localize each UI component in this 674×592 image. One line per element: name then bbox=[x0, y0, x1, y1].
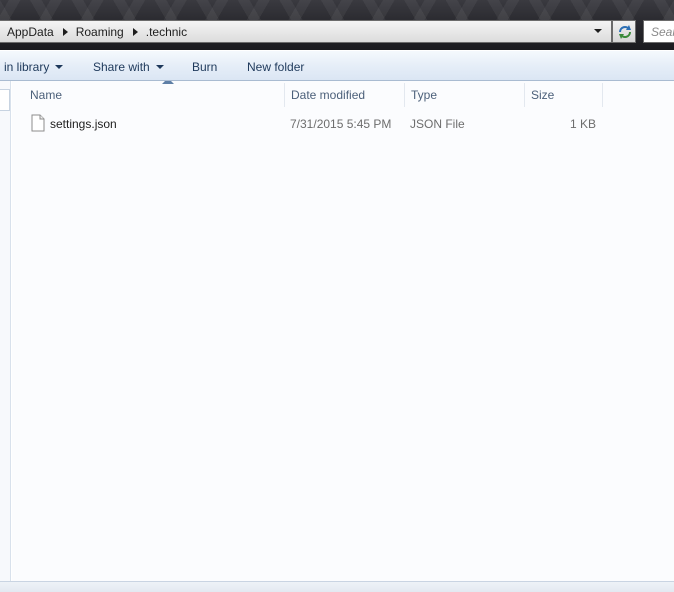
window-title-area: AppData Roaming .technic bbox=[0, 0, 674, 50]
refresh-icon bbox=[619, 25, 631, 39]
file-type: JSON File bbox=[410, 117, 465, 131]
share-with-button[interactable]: Share with bbox=[93, 59, 164, 75]
column-header-row: Name Date modified Type Size bbox=[12, 81, 674, 107]
search-input[interactable] bbox=[644, 22, 674, 41]
column-header-size-label: Size bbox=[531, 88, 555, 102]
breadcrumb-chevron-right-icon[interactable] bbox=[62, 28, 68, 36]
navigation-pane[interactable] bbox=[0, 81, 11, 581]
file-date-modified: 7/31/2015 5:45 PM bbox=[290, 117, 392, 131]
file-name[interactable]: settings.json bbox=[50, 117, 117, 133]
column-header-type[interactable]: Type bbox=[405, 83, 525, 107]
column-header-size[interactable]: Size bbox=[525, 83, 603, 107]
search-box[interactable] bbox=[643, 20, 674, 43]
address-bar[interactable]: AppData Roaming .technic bbox=[0, 20, 612, 43]
burn-button[interactable]: Burn bbox=[192, 59, 217, 75]
breadcrumb-appdata[interactable]: AppData bbox=[7, 25, 54, 39]
breadcrumb: AppData Roaming .technic bbox=[7, 24, 187, 40]
explorer-content: Name Date modified Type Size settings.js… bbox=[0, 81, 674, 592]
title-bar-pattern bbox=[0, 0, 674, 20]
breadcrumb-chevron-right-icon[interactable] bbox=[132, 28, 138, 36]
address-history-chevron-down-icon[interactable] bbox=[594, 29, 602, 33]
file-row[interactable]: settings.json 7/31/2015 5:45 PM JSON Fil… bbox=[12, 113, 674, 135]
column-header-name-label: Name bbox=[30, 88, 63, 102]
include-in-library-button[interactable]: in library bbox=[4, 59, 64, 75]
refresh-button[interactable] bbox=[612, 20, 636, 43]
breadcrumb-technic[interactable]: .technic bbox=[146, 25, 187, 39]
sort-ascending-icon bbox=[162, 81, 174, 84]
file-size: 1 KB bbox=[569, 117, 596, 131]
details-pane-edge bbox=[0, 581, 674, 592]
column-header-date-label: Date modified bbox=[291, 88, 366, 102]
breadcrumb-roaming[interactable]: Roaming bbox=[76, 25, 124, 39]
command-toolbar: in library Share with Burn New folder bbox=[0, 50, 674, 81]
new-folder-label: New folder bbox=[247, 60, 305, 74]
file-list[interactable]: Name Date modified Type Size settings.js… bbox=[12, 81, 674, 581]
burn-label: Burn bbox=[192, 60, 218, 74]
share-with-label: Share with bbox=[93, 60, 150, 74]
new-folder-button[interactable]: New folder bbox=[247, 59, 304, 75]
include-in-library-label: in library bbox=[4, 60, 50, 74]
file-icon bbox=[31, 114, 45, 132]
column-header-name[interactable]: Name bbox=[24, 81, 285, 107]
chevron-down-icon bbox=[55, 65, 64, 69]
column-header-type-label: Type bbox=[411, 88, 438, 102]
column-header-date-modified[interactable]: Date modified bbox=[285, 83, 405, 107]
navigation-pane-item[interactable] bbox=[0, 89, 10, 111]
chevron-down-icon bbox=[155, 65, 164, 69]
